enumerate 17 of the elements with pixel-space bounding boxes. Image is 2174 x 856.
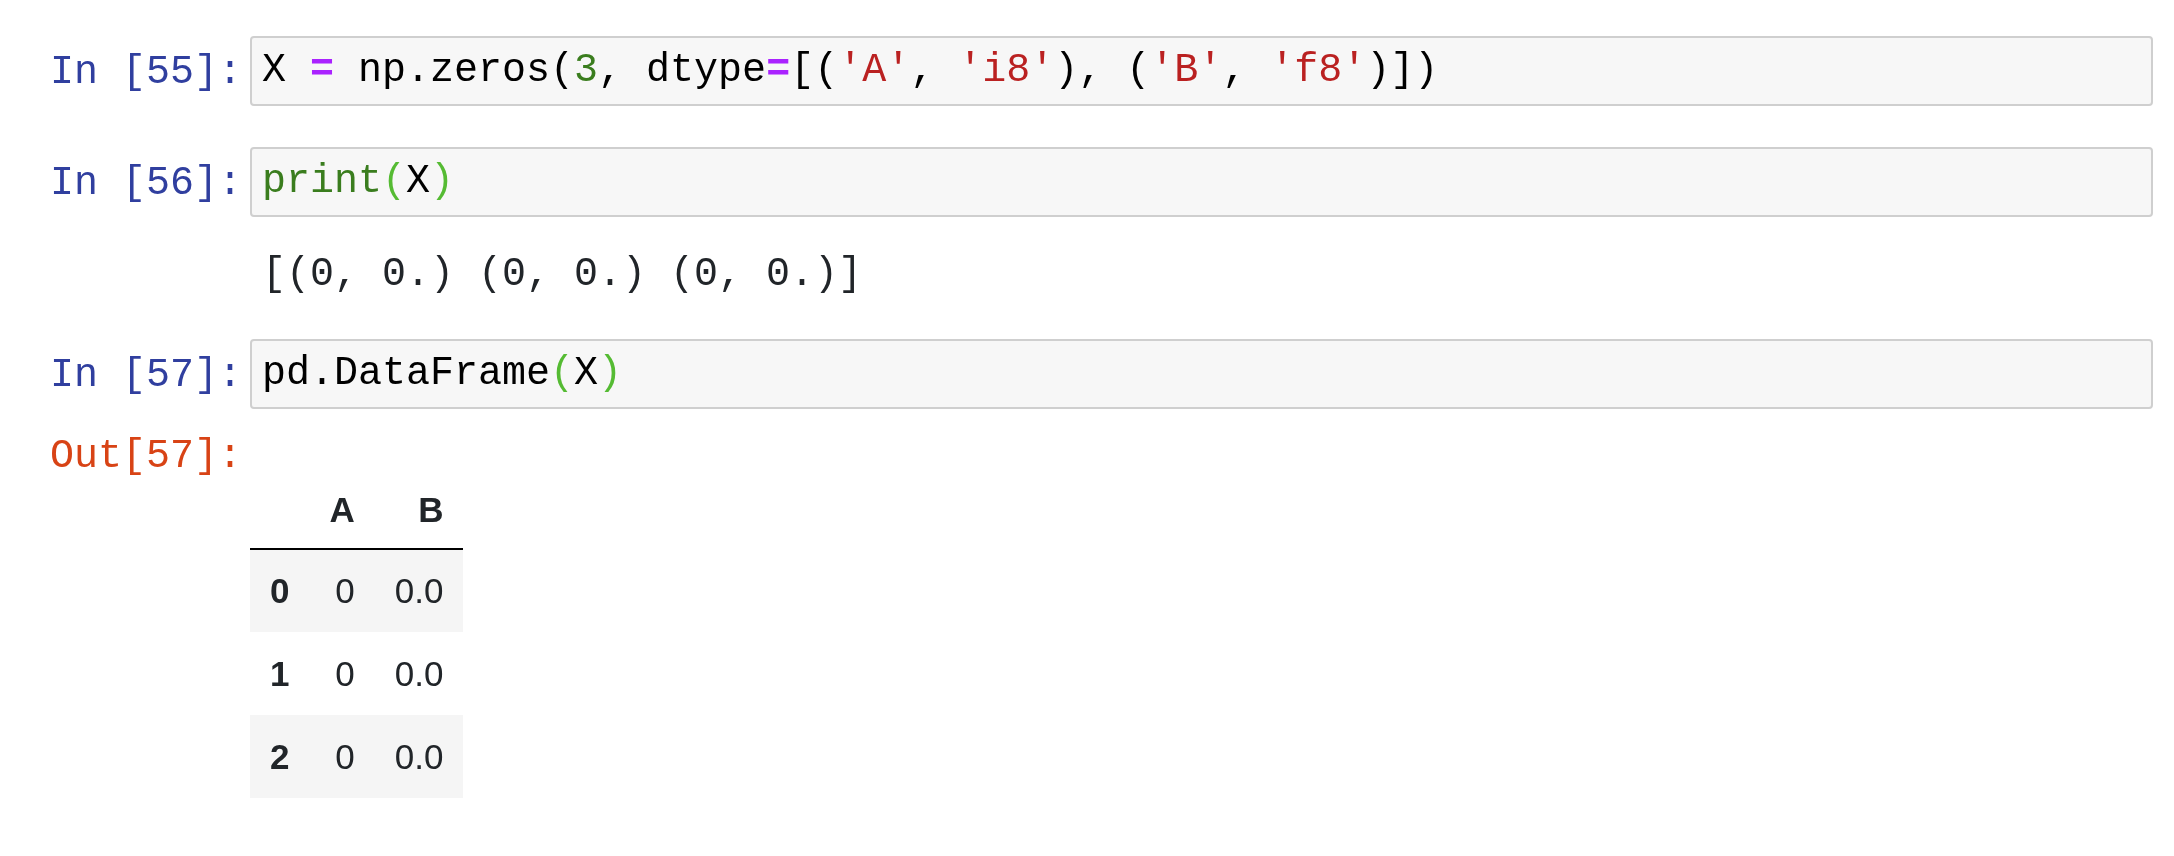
table-cell: 0.0 xyxy=(374,549,464,632)
row-index: 0 xyxy=(250,549,310,632)
row-index: 1 xyxy=(250,632,310,715)
code-input-box[interactable]: X = np.zeros(3, dtype=[('A', 'i8'), ('B', 'f8')]) xyxy=(250,36,2153,106)
code-input-box[interactable]: pd.DataFrame(X) xyxy=(250,339,2153,409)
input-prompt: In [57]: xyxy=(48,352,243,399)
output-text: [(0, 0.) (0, 0.) (0, 0.)] xyxy=(262,251,864,298)
table-cell: 0 xyxy=(309,549,375,632)
row-index: 2 xyxy=(250,715,310,798)
code-input-box[interactable]: print(X) xyxy=(250,147,2153,217)
table-cell: 0.0 xyxy=(374,632,464,715)
table-cell: 0 xyxy=(309,715,375,798)
output-prompt: Out[57]: xyxy=(48,434,243,480)
table-cell: 0.0 xyxy=(374,715,464,798)
table-cell: 0 xyxy=(309,632,375,715)
input-prompt: In [56]: xyxy=(48,160,243,207)
input-prompt: In [55]: xyxy=(48,49,243,96)
